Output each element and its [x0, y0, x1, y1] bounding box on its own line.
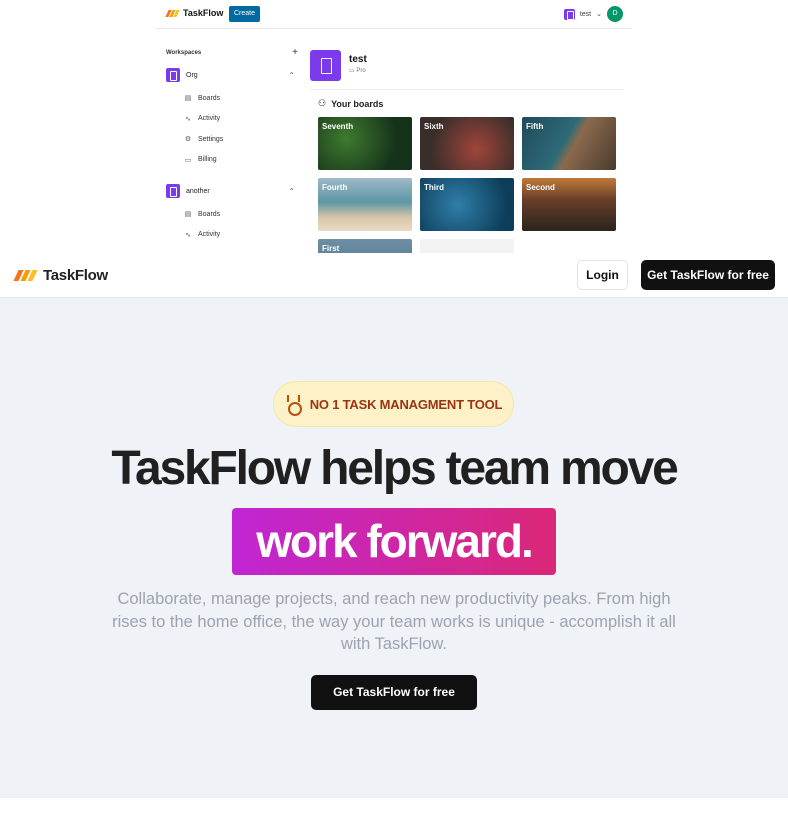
- app-logo[interactable]: TaskFlow: [165, 8, 223, 18]
- sidebar-item-activity[interactable]: ∿ Activity: [166, 109, 298, 130]
- board-card[interactable]: Fourth: [318, 178, 412, 231]
- hero-signup-button[interactable]: Get TaskFlow for free: [311, 675, 477, 710]
- logo-icon: [13, 270, 38, 281]
- layout-icon: ▤: [184, 211, 192, 219]
- org-switcher-label: test: [579, 10, 592, 18]
- app-preview: TaskFlow Create test ⌄ D Workspaces + Or…: [156, 0, 632, 253]
- create-board-card[interactable]: [420, 239, 514, 253]
- add-workspace-button[interactable]: +: [292, 47, 298, 58]
- boards-grid: Seventh Sixth Fifth Fourth Third Second …: [318, 117, 624, 253]
- chevron-down-icon: ⌄: [596, 11, 602, 18]
- org-switcher[interactable]: test ⌄ D: [563, 6, 623, 22]
- logo-icon: [165, 9, 180, 17]
- layout-icon: ▤: [184, 95, 192, 103]
- gear-icon: ⚙: [184, 136, 192, 144]
- app-navbar: TaskFlow Create test ⌄ D: [156, 0, 632, 29]
- hero-highlight: work forward.: [232, 508, 556, 575]
- landing-logo[interactable]: TaskFlow: [13, 267, 108, 284]
- building-icon: [563, 8, 575, 20]
- sidebar: Workspaces + Org ⌃ ▤ Boards ∿ Activity ⚙ Se…: [166, 47, 298, 246]
- workspace-plan: ▭ Pro: [349, 68, 366, 74]
- building-icon: [166, 184, 180, 198]
- board-card[interactable]: Seventh: [318, 117, 412, 170]
- login-button[interactable]: Login: [577, 260, 628, 290]
- nav-signup-button[interactable]: Get TaskFlow for free: [641, 260, 775, 290]
- sidebar-item-label: Settings: [198, 135, 224, 143]
- avatar[interactable]: D: [607, 6, 623, 22]
- hero-section: NO 1 TASK MANAGMENT TOOL TaskFlow helps …: [0, 298, 788, 798]
- badge-text: NO 1 TASK MANAGMENT TOOL: [309, 396, 503, 412]
- chevron-up-icon[interactable]: ⌃: [288, 71, 295, 80]
- medal-icon: [285, 395, 302, 416]
- sidebar-item-label: Billing: [198, 156, 217, 164]
- workspace-title: test: [349, 54, 367, 65]
- board-card[interactable]: Fifth: [522, 117, 616, 170]
- sidebar-item-boards[interactable]: ▤ Boards: [166, 204, 298, 225]
- board-card[interactable]: First: [318, 239, 412, 253]
- sidebar-item-boards[interactable]: ▤ Boards: [166, 88, 298, 109]
- sidebar-header: Workspaces +: [166, 47, 298, 58]
- sidebar-title: Workspaces: [166, 50, 202, 56]
- user-icon: ⚇: [318, 98, 327, 108]
- hero-headline: TaskFlow helps team move: [111, 442, 678, 495]
- workspace-header: test ▭ Pro: [310, 50, 624, 90]
- sidebar-item-label: Activity: [198, 115, 221, 123]
- chevron-up-icon[interactable]: ⌃: [288, 187, 295, 196]
- create-button[interactable]: Create: [229, 6, 261, 22]
- app-logo-text: TaskFlow: [183, 8, 224, 18]
- sidebar-item-activity[interactable]: ∿ Activity: [166, 225, 298, 246]
- boards-heading: ⚇ Your boards: [318, 98, 384, 109]
- sidebar-item-label: Boards: [198, 210, 221, 218]
- workspace-org[interactable]: Org ⌃: [166, 67, 298, 83]
- building-icon: [310, 50, 341, 81]
- sidebar-item-label: Activity: [198, 231, 221, 239]
- building-icon: [166, 68, 180, 82]
- board-card[interactable]: Sixth: [420, 117, 514, 170]
- sidebar-item-billing[interactable]: ▭ Billing: [166, 150, 298, 171]
- workspace-name: another: [186, 187, 210, 195]
- landing-navbar: TaskFlow Login Get TaskFlow for free: [0, 253, 788, 298]
- workspace-another[interactable]: another ⌃: [166, 183, 298, 199]
- workspace-name: Org: [186, 71, 198, 79]
- landing-logo-text: TaskFlow: [43, 267, 108, 284]
- board-card[interactable]: Third: [420, 178, 514, 231]
- board-card[interactable]: Second: [522, 178, 616, 231]
- sidebar-item-label: Boards: [198, 94, 221, 102]
- sidebar-item-settings[interactable]: ⚙ Settings: [166, 129, 298, 150]
- workspace-main: test ▭ Pro ⚇ Your boards Seventh Sixth F…: [310, 50, 624, 253]
- credit-card-icon: ▭: [184, 156, 192, 164]
- activity-icon: ∿: [185, 231, 191, 239]
- activity-icon: ∿: [185, 115, 191, 123]
- hero-badge: NO 1 TASK MANAGMENT TOOL: [273, 381, 514, 427]
- hero-subtext: Collaborate, manage projects, and reach …: [112, 590, 676, 653]
